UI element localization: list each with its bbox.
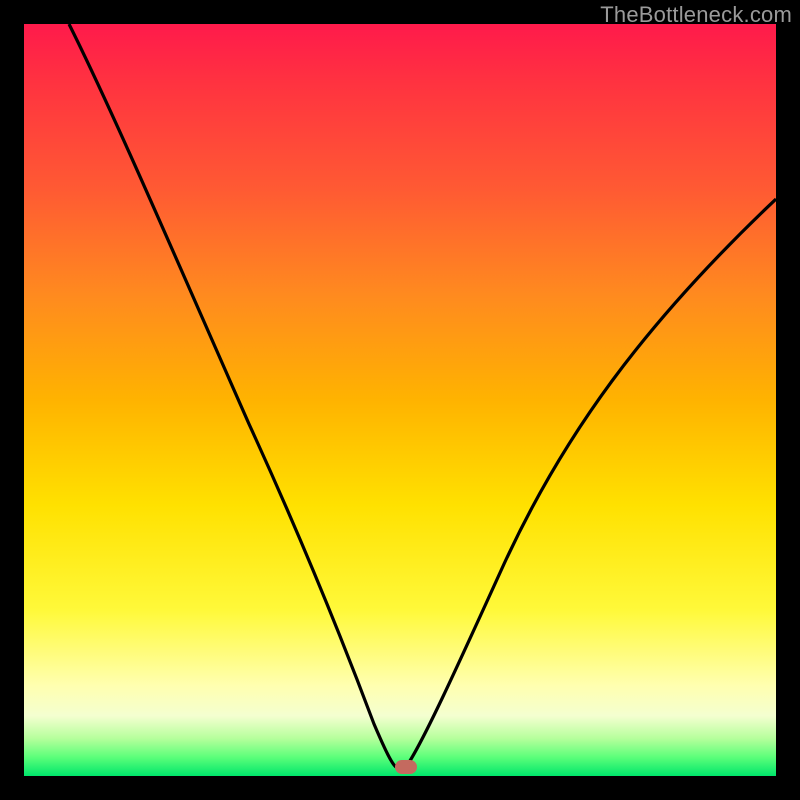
bottleneck-curve [24, 24, 776, 776]
curve-path [69, 24, 776, 767]
chart-frame: TheBottleneck.com [0, 0, 800, 800]
plot-area [24, 24, 776, 776]
minimum-marker [395, 760, 417, 774]
